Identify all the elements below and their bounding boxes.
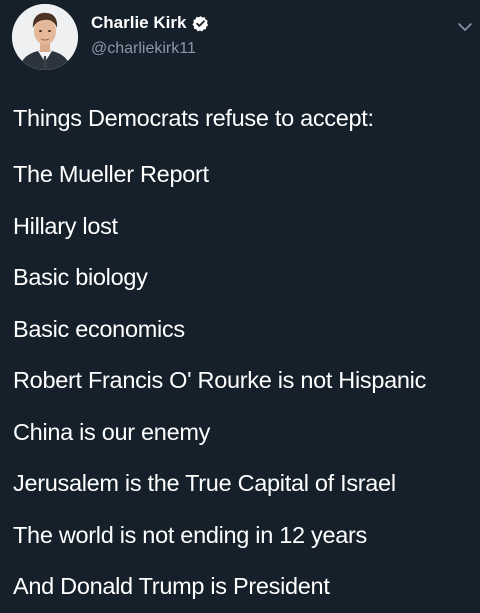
tweet-line: The Mueller Report xyxy=(13,161,209,187)
author-name-row[interactable]: Charlie Kirk xyxy=(91,12,209,34)
tweet-line: Hillary lost xyxy=(13,212,118,239)
tweet-line: China is our enemy xyxy=(13,418,211,445)
author-handle[interactable]: @charliekirk11 xyxy=(91,39,196,59)
chevron-down-icon[interactable] xyxy=(457,20,473,32)
tweet-line: The world is not ending in 12 years xyxy=(13,521,367,548)
tweet-header: Charlie Kirk @charliekirk11 xyxy=(0,0,480,86)
tweet-line: Jerusalem is the True Capital of Israel xyxy=(13,470,396,496)
tweet-line: Basic biology xyxy=(13,264,148,290)
tweet-line: Things Democrats refuse to accept: xyxy=(13,105,374,131)
profile-photo-icon xyxy=(12,4,78,70)
author-display-name[interactable]: Charlie Kirk xyxy=(91,12,186,34)
tweet-line: Basic economics xyxy=(13,315,185,342)
tweet-line: Robert Francis O' Rourke is not Hispanic xyxy=(13,367,427,393)
tweet-line: And Donald Trump is President xyxy=(13,573,330,599)
tweet-text: Things Democrats refuse to accept: The M… xyxy=(13,98,480,613)
verified-badge-icon xyxy=(192,15,209,32)
avatar[interactable] xyxy=(12,4,78,70)
